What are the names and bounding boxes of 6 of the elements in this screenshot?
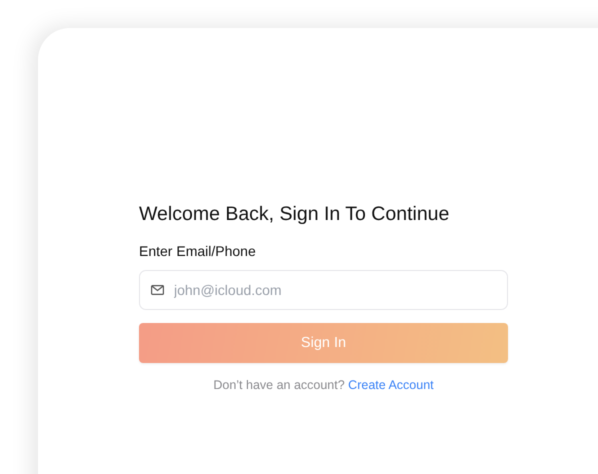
heading: Welcome Back, Sign In To Continue (139, 202, 450, 226)
sign-in-button[interactable]: Sign In (139, 323, 508, 363)
footer-text: Don’t have an account? (213, 378, 345, 392)
create-account-link[interactable]: Create Account (348, 378, 434, 392)
field-label: Enter Email/Phone (139, 242, 257, 260)
email-field[interactable]: john@icloud.com (139, 270, 508, 310)
